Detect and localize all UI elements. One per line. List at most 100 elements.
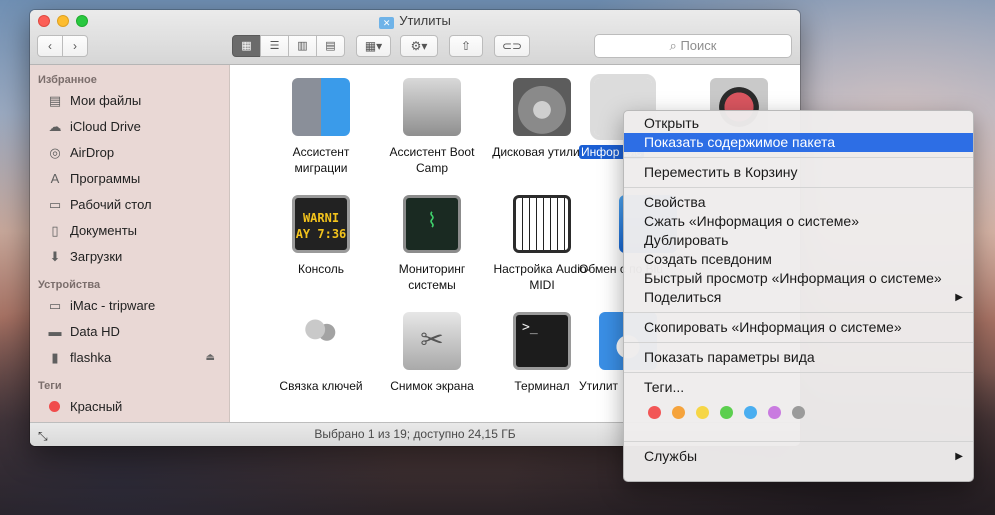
submenu-arrow-icon: ▶	[955, 292, 963, 303]
column-view-button[interactable]: ▥	[288, 35, 317, 57]
search-placeholder: Поиск	[680, 38, 717, 53]
utilities-folder-icon: ✕	[379, 17, 395, 29]
file-label: Консоль	[297, 262, 345, 276]
grid-icon: ▦	[241, 40, 252, 52]
red-tag-dot[interactable]	[648, 406, 661, 419]
columns-icon: ▥	[297, 40, 308, 52]
gray-tag-dot[interactable]	[792, 406, 805, 419]
file-item[interactable]: Связка ключей	[266, 312, 376, 394]
sidebar-section-devices: Устройства	[38, 279, 101, 291]
screenshot-icon: ✂	[403, 312, 461, 370]
view-mode-control: ▦ ☰ ▥ ▤	[232, 35, 345, 57]
list-view-button[interactable]: ☰	[260, 35, 289, 57]
file-item[interactable]: Ассистент Boot Camp	[377, 78, 487, 176]
airdrop-icon: ◎	[49, 145, 61, 160]
sidebar-section-tags: Теги	[38, 380, 62, 392]
toolbar: ✕ Утилиты ‹ › ▦ ☰ ▥ ▤ ▦▾ ⚙▾ ⇧ ⊂⊃ ⌕ Поиск	[30, 10, 800, 65]
arrange-button[interactable]: ▦▾	[356, 35, 391, 57]
sidebar-item-applications[interactable]: A Программы	[30, 166, 229, 192]
menu-item-copy[interactable]: Скопировать «Информация о системе»	[624, 318, 973, 337]
keychain-icon	[292, 312, 350, 370]
sidebar-item-desktop[interactable]: ▭ Рабочий стол	[30, 192, 229, 218]
menu-item-make-alias[interactable]: Создать псевдоним	[624, 250, 973, 269]
activity-monitor-icon: ⌇	[403, 195, 461, 253]
sidebar-item-flashka[interactable]: ▮ flashka ⏏	[30, 345, 229, 371]
eject-icon[interactable]: ⏏	[206, 345, 215, 371]
sidebar-item-label: Документы	[70, 223, 138, 238]
menu-separator	[624, 441, 973, 442]
sidebar-item-documents[interactable]: ▯ Документы	[30, 218, 229, 244]
sidebar-section-favorites: Избранное	[38, 74, 97, 86]
menu-item-get-info[interactable]: Свойства	[624, 193, 973, 212]
sidebar-item-label: flashka	[70, 350, 112, 365]
tag-icon: ⊂⊃	[501, 39, 523, 53]
desktop-icon: ▭	[48, 197, 62, 212]
status-text: Выбрано 1 из 19; доступно 24,15 ГБ	[314, 427, 516, 441]
sidebar-item-data-hd[interactable]: ▬ Data HD	[30, 319, 229, 345]
context-menu: Открыть Показать содержимое пакета Перем…	[623, 110, 974, 482]
sidebar-item-label: Красный	[70, 399, 123, 414]
blue-tag-dot[interactable]	[744, 406, 757, 419]
sidebar-item-label: Data HD	[70, 324, 120, 339]
menu-item-open[interactable]: Открыть	[624, 114, 973, 133]
menu-item-show-view-options[interactable]: Показать параметры вида	[624, 348, 973, 367]
audio-midi-icon	[513, 195, 571, 253]
menu-item-services[interactable]: Службы ▶	[624, 447, 973, 466]
edit-tags-button[interactable]: ⊂⊃	[494, 35, 530, 57]
menu-separator	[624, 187, 973, 188]
orange-tag-dot[interactable]	[672, 406, 685, 419]
yellow-tag-dot[interactable]	[696, 406, 709, 419]
imac-icon: ▭	[48, 298, 62, 313]
menu-item-compress[interactable]: Сжать «Информация о системе»	[624, 212, 973, 231]
sidebar-item-label: Загрузки	[70, 249, 123, 264]
applications-icon: A	[50, 171, 60, 186]
menu-item-move-to-trash[interactable]: Переместить в Корзину	[624, 163, 973, 182]
menu-item-tags[interactable]: Теги...	[624, 378, 973, 397]
menu-item-label: Службы	[644, 448, 698, 464]
sidebar-item-label: AirDrop	[70, 145, 115, 160]
chevron-left-icon: ‹	[48, 39, 52, 53]
tag-color-row	[624, 397, 973, 427]
file-item[interactable]: ✂ Снимок экрана	[377, 312, 487, 394]
sidebar-item-all-files[interactable]: ▤ Мои файлы	[30, 88, 229, 114]
menu-separator	[624, 157, 973, 158]
list-icon: ☰	[269, 40, 280, 52]
window-title: ✕ Утилиты	[30, 13, 800, 29]
file-item[interactable]: ⌇ Мониторинг системы	[377, 195, 487, 293]
menu-item-quick-look[interactable]: Быстрый просмотр «Информация о системе»	[624, 269, 973, 288]
file-label: Мониторинг системы	[398, 262, 466, 292]
terminal-icon: >_	[513, 312, 571, 370]
sidebar-item-label: Программы	[70, 171, 141, 186]
menu-separator	[624, 372, 973, 373]
file-item[interactable]: Ассистент миграции	[266, 78, 376, 176]
sidebar-item-airdrop[interactable]: ◎ AirDrop	[30, 140, 229, 166]
share-button[interactable]: ⇧	[449, 35, 483, 57]
window-title-text: Утилиты	[399, 13, 451, 28]
share-icon: ⇧	[460, 39, 472, 53]
icon-view-button[interactable]: ▦	[232, 35, 261, 57]
sidebar-item-label: iCloud Drive	[70, 119, 141, 134]
sidebar-item-icloud-drive[interactable]: ☁ iCloud Drive	[30, 114, 229, 140]
sidebar-item-tag-red[interactable]: Красный	[30, 394, 229, 420]
hard-drive-icon: ▬	[48, 324, 62, 339]
all-files-icon: ▤	[48, 93, 62, 108]
purple-tag-dot[interactable]	[768, 406, 781, 419]
forward-button[interactable]: ›	[62, 35, 88, 57]
back-button[interactable]: ‹	[37, 35, 63, 57]
file-item[interactable]: WARNI AY 7:36 Консоль	[266, 195, 376, 277]
sidebar-item-imac[interactable]: ▭ iMac - tripware	[30, 293, 229, 319]
green-tag-dot[interactable]	[720, 406, 733, 419]
submenu-arrow-icon: ▶	[955, 451, 963, 462]
menu-item-duplicate[interactable]: Дублировать	[624, 231, 973, 250]
sidebar-item-downloads[interactable]: ⬇ Загрузки	[30, 244, 229, 270]
menu-item-show-package-contents[interactable]: Показать содержимое пакета	[624, 133, 973, 152]
boot-camp-icon	[403, 78, 461, 136]
menu-item-share[interactable]: Поделиться ▶	[624, 288, 973, 307]
chevron-right-icon: ›	[73, 39, 77, 53]
sidebar-toggle-icon[interactable]: ⤡	[38, 425, 48, 446]
menu-item-label: Поделиться	[644, 289, 722, 305]
sidebar-item-label: Мои файлы	[70, 93, 142, 108]
cover-flow-button[interactable]: ▤	[316, 35, 345, 57]
action-button[interactable]: ⚙▾	[400, 35, 438, 57]
search-field[interactable]: ⌕ Поиск	[594, 34, 792, 58]
